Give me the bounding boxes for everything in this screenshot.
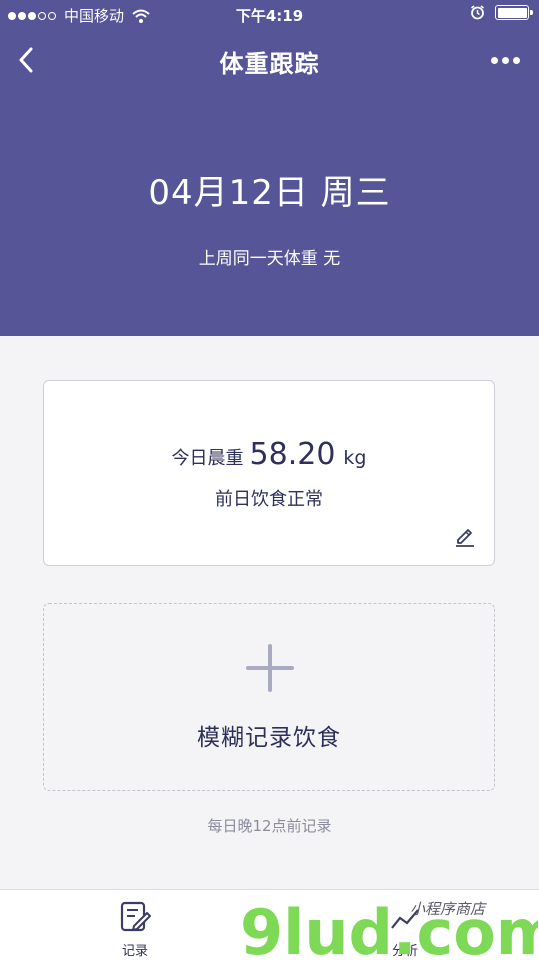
tab-record-label: 记录 — [121, 944, 148, 959]
add-diet-card[interactable]: 模糊记录饮食 — [43, 603, 495, 791]
weight-card[interactable]: 今日晨重 58.20 kg 前日饮食正常 — [43, 380, 495, 566]
battery-icon — [495, 5, 533, 20]
header: 中国移动 下午4:19 体重跟踪 04月12日 周三 上周同一天体重 无 — [0, 0, 539, 336]
pencil-icon[interactable] — [454, 525, 476, 547]
last-week-weight-note: 上周同一天体重 无 — [198, 249, 341, 269]
navbar: 体重跟踪 — [0, 30, 539, 90]
more-button[interactable] — [483, 46, 527, 74]
tab-analysis-label: 分析 — [391, 944, 418, 959]
weight-value: 58.20 — [249, 437, 336, 472]
status-time: 下午4:19 — [235, 7, 304, 25]
status-right — [470, 5, 533, 20]
weight-label: 今日晨重 — [171, 448, 244, 469]
more-dots-icon — [490, 56, 498, 64]
diet-status: 前日饮食正常 — [215, 489, 323, 510]
tab-analysis[interactable]: 分析 — [365, 898, 445, 959]
current-date: 04月12日 周三 — [148, 173, 391, 213]
chart-icon — [391, 909, 419, 929]
page-title: 体重跟踪 — [219, 50, 320, 78]
edit-note-icon — [120, 901, 151, 932]
tab-bar: 记录 分析 — [0, 889, 539, 960]
status-bar: 中国移动 下午4:19 — [0, 0, 539, 30]
plus-icon — [246, 644, 294, 692]
weight-unit: kg — [343, 447, 367, 469]
record-deadline-note: 每日晚12点前记录 — [207, 817, 332, 835]
add-diet-label: 模糊记录饮食 — [197, 725, 341, 751]
alarm-icon — [471, 5, 484, 20]
tab-record[interactable]: 记录 — [95, 898, 175, 959]
weight-line: 今日晨重 58.20 kg — [44, 437, 494, 472]
